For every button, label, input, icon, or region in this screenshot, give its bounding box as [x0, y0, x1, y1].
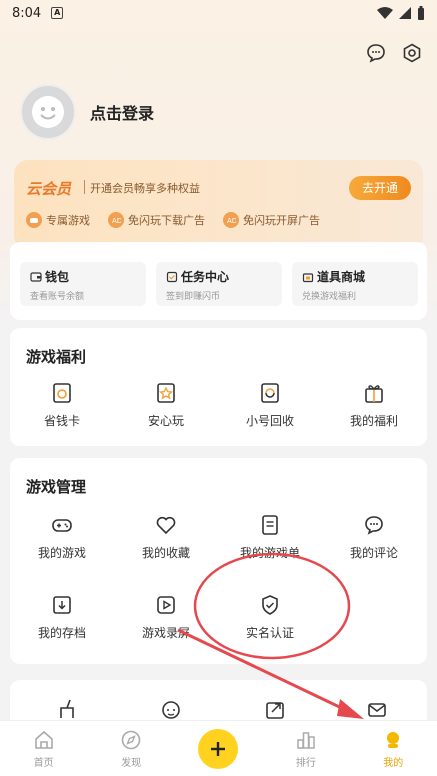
- status-time: 8:04: [12, 5, 42, 21]
- tab-label: 首页: [33, 757, 54, 769]
- settings-icon[interactable]: [401, 42, 423, 64]
- login-link[interactable]: 点击登录: [90, 100, 154, 124]
- no-ad-badge-icon: AD: [223, 212, 239, 228]
- grid-item-saving-card[interactable]: 省钱卡: [10, 382, 114, 429]
- add-button[interactable]: [198, 728, 239, 769]
- grid-item-label: 我的游戏单: [239, 546, 300, 560]
- tab-add[interactable]: [175, 721, 262, 776]
- perk-label: 免闪玩下载广告: [128, 214, 205, 227]
- task-center-subtitle: 签到即赚闪币: [166, 292, 221, 302]
- comment-icon: [365, 516, 383, 535]
- wallet-icon: [30, 271, 42, 282]
- game-management-card: 游戏管理 我的游戏 我的收藏 我的游戏单 我的评论 我的存档 游戏录屏 实名认证: [10, 458, 427, 664]
- battery-icon: [418, 6, 424, 20]
- tab-home[interactable]: 首页: [0, 721, 87, 776]
- brush-icon[interactable]: [56, 698, 78, 720]
- grid-item-label: 实名认证: [245, 626, 294, 640]
- status-bar: 8:04 A: [0, 0, 437, 26]
- grid-item-label: 省钱卡: [43, 414, 80, 428]
- gift-icon: [365, 385, 383, 403]
- vip-divider: [84, 180, 85, 194]
- section-title: 游戏管理: [26, 478, 87, 496]
- section-title: 游戏福利: [26, 348, 87, 366]
- gamepad-icon: [52, 519, 72, 532]
- item-shop-subtitle: 兑换游戏福利: [302, 292, 357, 302]
- tab-label: 我的: [383, 757, 404, 769]
- ranking-icon: [297, 731, 315, 749]
- grid-item-label: 我的游戏: [37, 546, 86, 560]
- signal-icon: [399, 7, 411, 19]
- archive-icon: [53, 596, 71, 614]
- tab-mine[interactable]: 我的: [350, 721, 437, 776]
- saving-card-icon: [53, 383, 71, 403]
- quick-actions-card: 钱包 查看账号余额 任务中心 签到即赚闪币 道具商城 兑换游戏福利: [10, 242, 427, 320]
- tab-discover[interactable]: 发现: [87, 721, 174, 776]
- tab-label: 发现: [121, 757, 142, 769]
- plus-icon: [211, 741, 226, 756]
- recycle-icon: [261, 383, 279, 403]
- grid-item-safe-play[interactable]: 安心玩: [114, 382, 218, 429]
- mail-icon[interactable]: [366, 698, 388, 720]
- profile-header[interactable]: 点击登录: [20, 84, 154, 140]
- wallet-title: 钱包: [45, 270, 70, 284]
- grid-item-real-name-verify[interactable]: 实名认证: [218, 594, 322, 641]
- list-doc-icon: [262, 515, 278, 535]
- shield-check-icon: [262, 595, 278, 615]
- tab-label: 排行: [295, 757, 316, 769]
- grid-item-label: 安心玩: [147, 414, 184, 428]
- grid-item-account-recycle[interactable]: 小号回收: [218, 382, 322, 429]
- vip-description: 开通会员畅享多种权益: [90, 182, 200, 195]
- svg-text:AD: AD: [227, 217, 236, 225]
- grid-item-label: 我的存档: [37, 626, 86, 640]
- grid-item-label: 我的福利: [349, 414, 398, 428]
- perk-item: AD 免闪玩下载广告: [108, 212, 205, 228]
- grid-item-my-saves[interactable]: 我的存档: [10, 594, 114, 641]
- message-icon[interactable]: [365, 42, 387, 64]
- grid-item-my-game-list[interactable]: 我的游戏单: [218, 514, 322, 561]
- smiley-avatar-icon: [32, 96, 64, 128]
- grid-item-my-welfare[interactable]: 我的福利: [322, 382, 426, 429]
- grid-item-label: 我的收藏: [141, 546, 190, 560]
- compass-icon: [121, 730, 141, 749]
- no-ad-badge-icon: AD: [108, 212, 124, 228]
- gamepad-badge-icon: [26, 212, 42, 228]
- mine-active-icon: [387, 731, 400, 748]
- tab-ranking[interactable]: 排行: [262, 721, 349, 776]
- grid-item-my-games[interactable]: 我的游戏: [10, 514, 114, 561]
- share-icon[interactable]: [264, 698, 286, 720]
- perk-item: 专属游戏: [26, 212, 90, 228]
- grid-item-my-comments[interactable]: 我的评论: [322, 514, 426, 561]
- notification-icon: A: [51, 7, 64, 19]
- wallet-subtitle: 查看账号余额: [30, 292, 85, 302]
- task-center-title: 任务中心: [181, 270, 230, 284]
- vip-open-button[interactable]: 去开通: [349, 176, 411, 200]
- svg-text:AD: AD: [112, 217, 121, 225]
- grid-item-label: 我的评论: [349, 546, 398, 560]
- game-welfare-card: 游戏福利 省钱卡 安心玩 小号回收 我的福利: [10, 328, 427, 446]
- shop-icon: [302, 272, 314, 282]
- item-shop-item[interactable]: 道具商城 兑换游戏福利: [292, 262, 418, 306]
- safe-play-icon: [157, 383, 175, 403]
- grid-item-label: 小号回收: [245, 414, 294, 428]
- perk-label: 免闪玩开屏广告: [243, 214, 320, 227]
- vip-banner[interactable]: 云会员 开通会员畅享多种权益 去开通 专属游戏 AD 免闪玩下载广告 AD 免闪玩开…: [14, 160, 423, 250]
- heart-icon: [156, 516, 176, 535]
- wallet-item[interactable]: 钱包 查看账号余额: [20, 262, 146, 306]
- vip-perks: 专属游戏 AD 免闪玩下载广告 AD 免闪玩开屏广告: [26, 212, 320, 228]
- perk-item: AD 免闪玩开屏广告: [223, 212, 320, 228]
- play-video-icon: [157, 596, 175, 614]
- avatar[interactable]: [20, 84, 76, 140]
- grid-item-my-favorites[interactable]: 我的收藏: [114, 514, 218, 561]
- baby-face-icon[interactable]: [160, 698, 182, 720]
- task-center-item[interactable]: 任务中心 签到即赚闪币: [156, 262, 282, 306]
- home-icon: [34, 730, 53, 749]
- grid-item-game-recording[interactable]: 游戏录屏: [114, 594, 218, 641]
- task-icon: [166, 271, 178, 282]
- vip-title: 云会员: [26, 180, 72, 198]
- wifi-icon: [377, 7, 393, 19]
- bottom-tab-bar: 首页 发现 排行 我的: [0, 720, 437, 776]
- grid-item-label: 游戏录屏: [141, 626, 190, 640]
- perk-label: 专属游戏: [46, 214, 90, 227]
- item-shop-title: 道具商城: [317, 270, 366, 284]
